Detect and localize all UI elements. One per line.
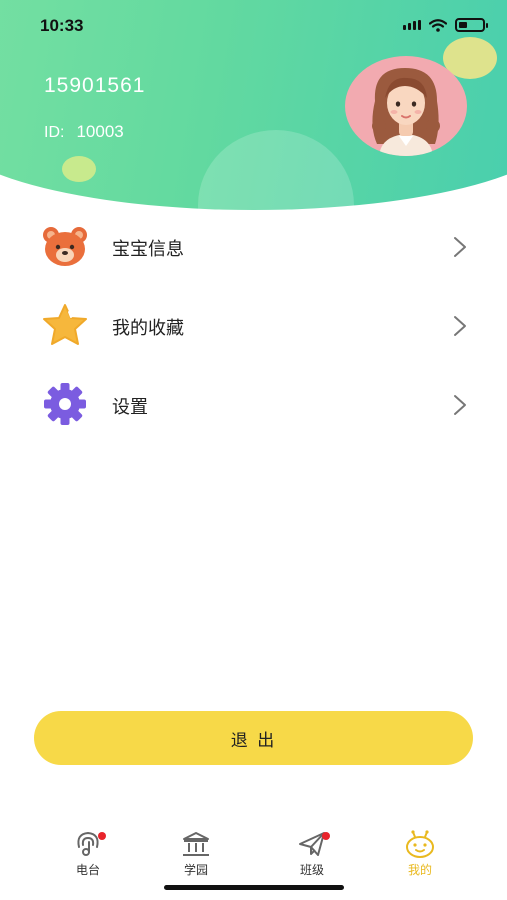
status-icons bbox=[403, 18, 488, 32]
tab-label: 我的 bbox=[407, 863, 432, 877]
menu-item-baby-info[interactable]: 宝宝信息 bbox=[0, 206, 507, 285]
bee-face-icon bbox=[406, 830, 434, 858]
logout-button[interactable]: 退 出 bbox=[34, 711, 473, 765]
menu-item-label: 我的收藏 bbox=[112, 318, 184, 339]
tab-class[interactable]: 班级 bbox=[272, 830, 352, 886]
girl-avatar-icon bbox=[372, 68, 440, 156]
chevron-right-icon bbox=[454, 395, 466, 415]
tab-label: 学园 bbox=[183, 863, 208, 877]
notification-badge bbox=[322, 832, 330, 840]
gear-icon bbox=[44, 383, 86, 425]
status-bar: 10:33 bbox=[0, 0, 507, 54]
menu-list: 宝宝信息 我的收藏 设置 bbox=[0, 206, 507, 443]
tab-label: 班级 bbox=[299, 863, 324, 877]
user-id: ID: 10003 bbox=[44, 122, 124, 142]
tab-radio[interactable]: 电台 bbox=[48, 830, 128, 886]
menu-item-label: 宝宝信息 bbox=[112, 239, 184, 260]
avatar[interactable] bbox=[345, 56, 467, 156]
chevron-right-icon bbox=[454, 237, 466, 257]
battery-icon bbox=[455, 18, 488, 32]
school-icon bbox=[183, 832, 209, 856]
decorative-bubble bbox=[62, 156, 96, 182]
user-id-value: 10003 bbox=[76, 122, 124, 141]
tab-school[interactable]: 学园 bbox=[156, 830, 236, 886]
notification-badge bbox=[98, 832, 106, 840]
star-icon bbox=[43, 304, 87, 345]
profile-header: 10:33 15901561 ID: 10003 bbox=[0, 0, 507, 210]
menu-item-favorites[interactable]: 我的收藏 bbox=[0, 285, 507, 364]
tab-label: 电台 bbox=[75, 863, 100, 877]
tab-mine[interactable]: 我的 bbox=[380, 830, 460, 886]
wifi-icon bbox=[429, 18, 447, 32]
home-indicator bbox=[164, 885, 344, 890]
status-time: 10:33 bbox=[40, 16, 84, 35]
signal-icon bbox=[403, 20, 421, 30]
menu-item-label: 设置 bbox=[112, 397, 148, 418]
menu-item-settings[interactable]: 设置 bbox=[0, 364, 507, 443]
bear-icon bbox=[43, 227, 87, 266]
chevron-right-icon bbox=[454, 316, 466, 336]
battery-fill bbox=[459, 22, 467, 28]
user-id-label: ID: bbox=[44, 124, 65, 141]
user-phone: 15901561 bbox=[44, 74, 146, 97]
